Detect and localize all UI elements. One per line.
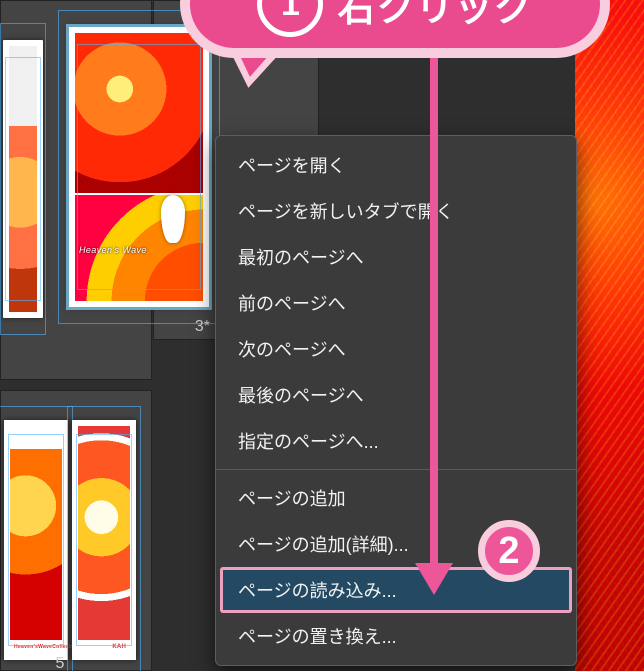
ctx-open-page[interactable]: ページを開く [216, 142, 576, 188]
page-thumb-2[interactable] [3, 40, 43, 318]
ctx-goto-page[interactable]: 指定のページへ... [216, 418, 576, 464]
page-thumb-2-art [9, 46, 37, 312]
page-label-3: 3* [170, 318, 210, 336]
ctx-replace-page[interactable]: ページの置き換え... [216, 613, 576, 659]
ctx-open-page-new-tab[interactable]: ページを新しいタブで開く [216, 188, 576, 234]
page-thumb-3-art-top [75, 33, 203, 193]
context-menu: ページを開く ページを新しいタブで開く 最初のページへ 前のページへ 次のページ… [215, 135, 577, 666]
ctx-last-page[interactable]: 最後のページへ [216, 372, 576, 418]
page-label-5: 5 [40, 655, 80, 671]
page-thumb-3-selected[interactable]: Heaven's Wave [69, 27, 209, 307]
callout-1-bubble: 1 右クリック [180, 0, 610, 58]
callout-1-number: 1 [257, 0, 323, 37]
page-thumb-5-caption: KAH [78, 640, 130, 654]
document-canvas-art [575, 0, 644, 671]
page-thumb-4-caption: Heaven'sWaveCollections [10, 640, 62, 654]
page-label-5-text: 5 [56, 655, 65, 671]
ctx-add-page[interactable]: ページの追加 [216, 475, 576, 521]
callout-arrow [430, 55, 438, 565]
page-thumb-5[interactable]: KAH [72, 420, 136, 660]
ctx-first-page[interactable]: 最初のページへ [216, 234, 576, 280]
page-thumb-4-art [10, 426, 62, 654]
page-thumb-3-caption: Heaven's Wave [79, 245, 147, 255]
ctx-next-page[interactable]: 次のページへ [216, 326, 576, 372]
page-thumb-3-figure [161, 195, 185, 243]
callout-2-badge: 2 [478, 520, 540, 582]
ctx-prev-page[interactable]: 前のページへ [216, 280, 576, 326]
page-thumb-5-art [78, 426, 130, 654]
context-menu-list: ページを開く ページを新しいタブで開く 最初のページへ 前のページへ 次のページ… [216, 136, 576, 665]
page-thumb-4[interactable]: Heaven'sWaveCollections [4, 420, 68, 660]
callout-1-text: 右クリック [337, 0, 532, 32]
page-label-3-text: 3* [195, 318, 210, 335]
ctx-separator-1 [216, 469, 576, 470]
